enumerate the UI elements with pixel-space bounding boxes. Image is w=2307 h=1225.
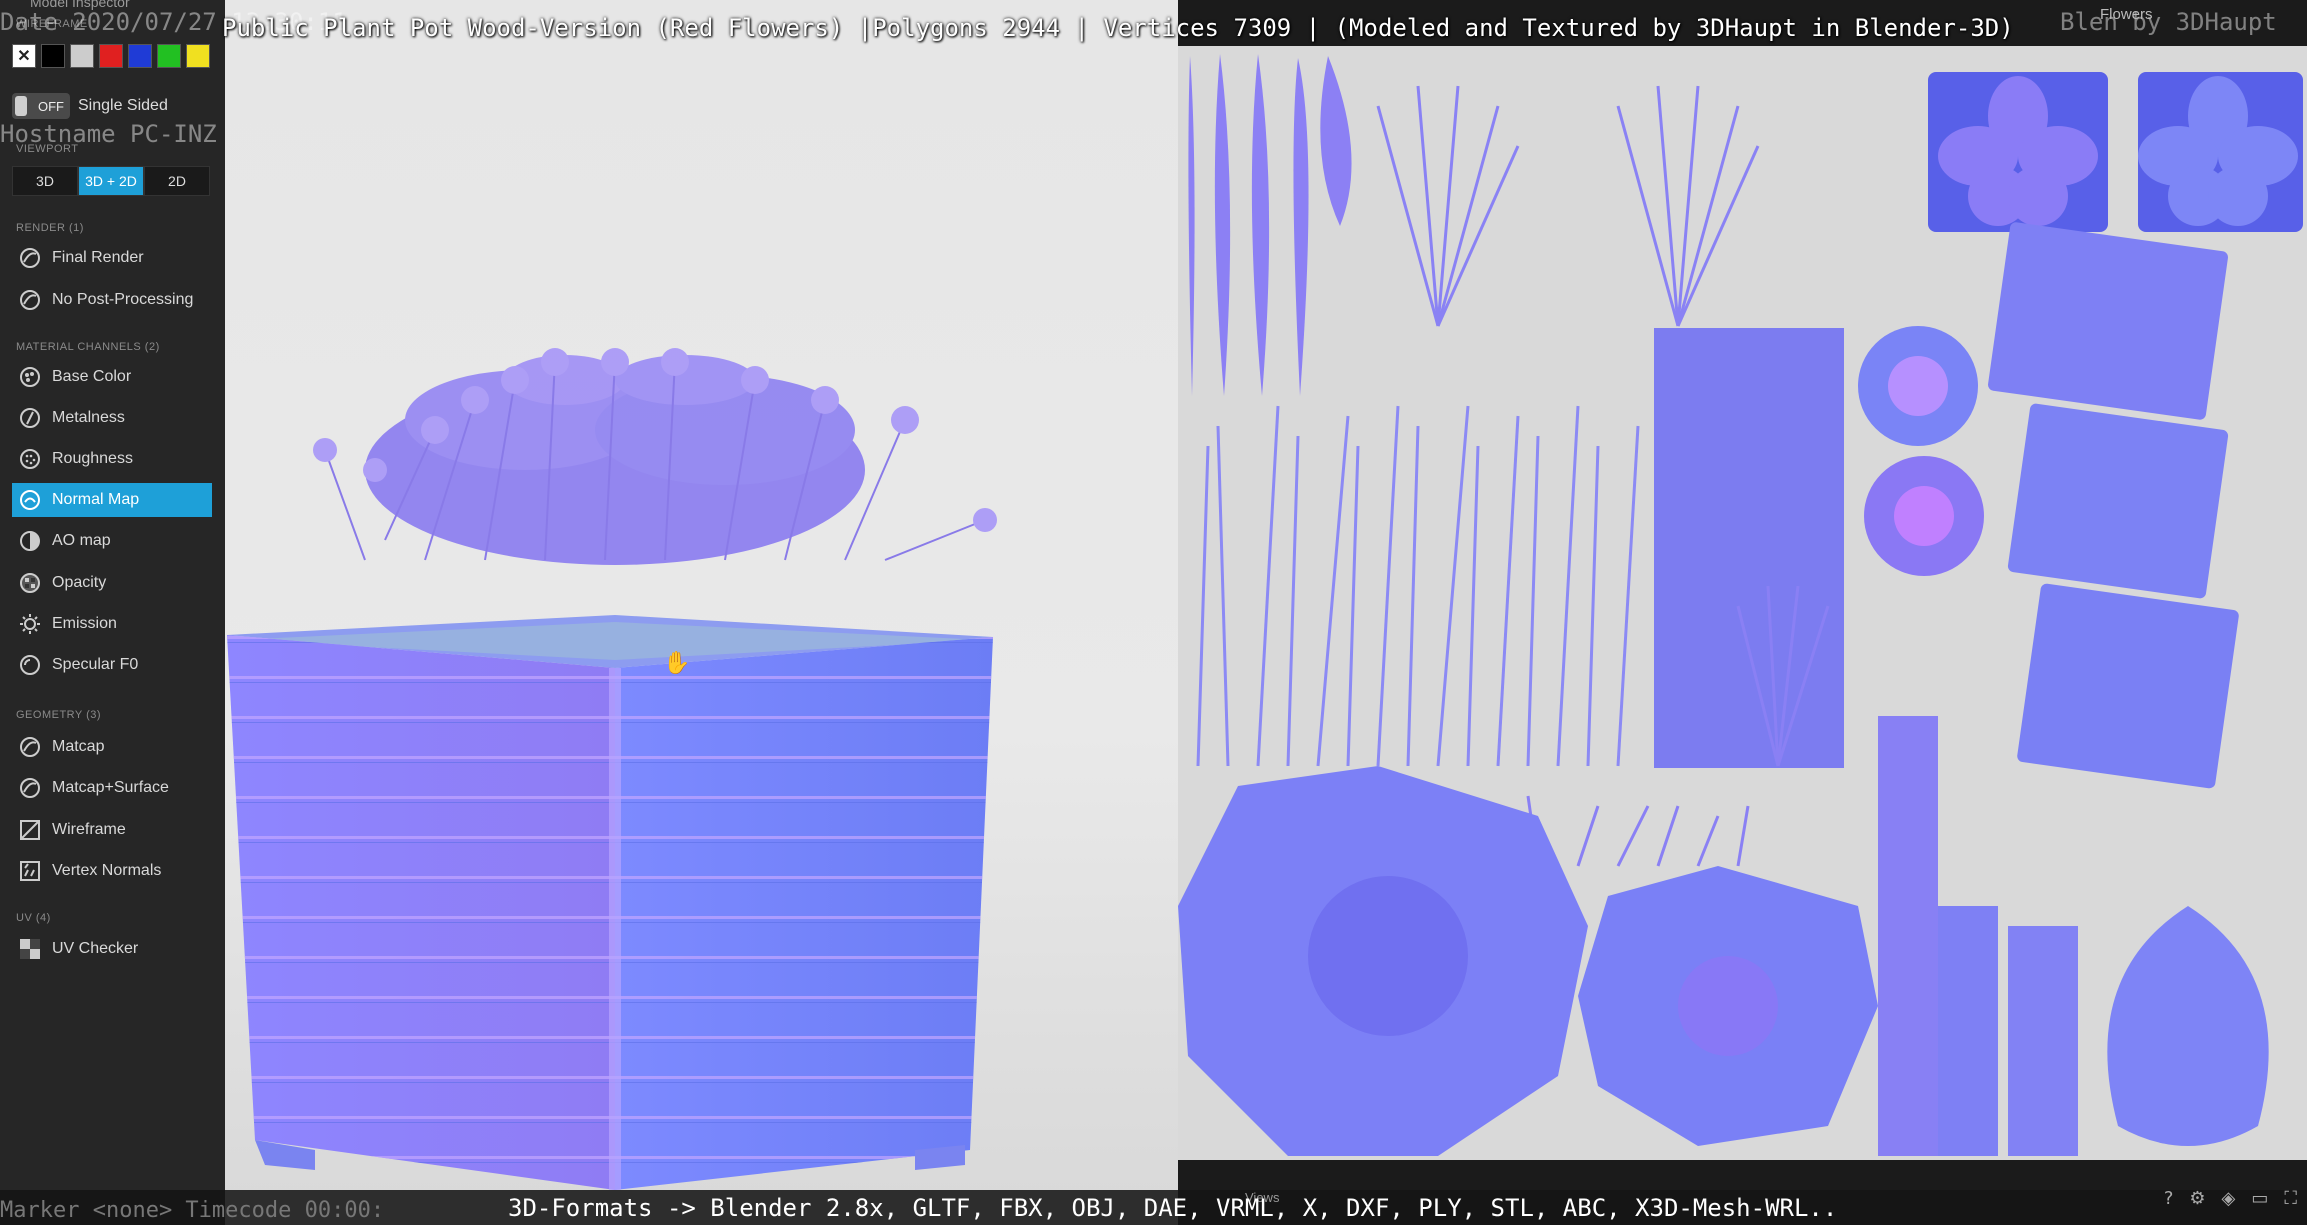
geometry-vertex-normals[interactable]: Vertex Normals [12, 854, 212, 888]
item-label: Final Render [52, 249, 144, 266]
swatch-blue[interactable] [128, 44, 152, 68]
item-label: Matcap+Surface [52, 779, 169, 796]
toggle-state: OFF [38, 98, 64, 114]
item-label: Matcap [52, 738, 105, 755]
item-label: UV Checker [52, 940, 139, 957]
item-label: Roughness [52, 450, 133, 467]
material-specular-f0[interactable]: Specular F0 [12, 648, 212, 682]
swatch-gray[interactable] [70, 44, 94, 68]
swatch-black[interactable] [41, 44, 65, 68]
metal-icon [18, 406, 42, 430]
normal-map-texture [1178, 54, 2303, 1156]
palette-icon [18, 365, 42, 389]
normal-map-icon [18, 488, 42, 512]
geometry-wireframe[interactable]: Wireframe [12, 813, 212, 847]
bottom-right-toolbar: ? ⚙ ◈ ▭ ⛶ [2164, 1188, 2297, 1209]
material-normal-map[interactable]: Normal Map [12, 483, 212, 517]
item-label: Opacity [52, 574, 107, 591]
geometry-matcap[interactable]: Matcap [12, 730, 212, 764]
model-title: Public Plant Pot Wood-Version (Red Flowe… [222, 14, 2014, 42]
marker-overlay: Marker <none> Timecode 00:00: [0, 1198, 385, 1223]
swatch-red[interactable] [99, 44, 123, 68]
item-label: Vertex Normals [52, 862, 162, 879]
uv-checker[interactable]: UV Checker [12, 932, 212, 966]
render-final-render[interactable]: Final Render [12, 241, 212, 275]
checker-icon [18, 937, 42, 961]
roughness-icon [18, 447, 42, 471]
item-label: AO map [52, 532, 111, 549]
geometry-section-label: GEOMETRY (3) [16, 709, 102, 721]
item-label: Specular F0 [52, 656, 139, 673]
material-opacity[interactable]: Opacity [12, 566, 212, 600]
plant-pot-render: ✋ [227, 348, 997, 1190]
settings-icon[interactable]: ⚙ [2189, 1188, 2205, 1209]
viewport-buttons: 3D 3D + 2D 2D [12, 166, 210, 196]
matcap-icon [18, 735, 42, 759]
material-section-label: MATERIAL CHANNELS (2) [16, 341, 160, 353]
ao-icon [18, 529, 42, 553]
material-roughness[interactable]: Roughness [12, 442, 212, 476]
flower-bouquet [313, 348, 997, 565]
item-label: Metalness [52, 409, 125, 426]
swatch-yellow[interactable] [186, 44, 210, 68]
layers-icon[interactable]: ◈ [2222, 1188, 2236, 1209]
material-base-color[interactable]: Base Color [12, 360, 212, 394]
emission-icon [18, 612, 42, 636]
render-section-label: RENDER (1) [16, 222, 84, 234]
item-label: Emission [52, 615, 117, 632]
specular-icon [18, 653, 42, 677]
sidebar: Model Inspector WIREFRAME ✕ OFF Single S… [0, 0, 225, 1225]
item-label: No Post-Processing [52, 291, 194, 308]
wireframe-icon [18, 818, 42, 842]
viewport-2d-button[interactable]: 2D [144, 166, 210, 196]
top-right-overlay: Blen by 3DHaupt [2060, 8, 2277, 36]
uv-section-label: UV (4) [16, 912, 51, 924]
single-sided-toggle[interactable]: OFF [12, 93, 70, 119]
formats-footer: 3D-Formats -> Blender 2.8x, GLTF, FBX, O… [508, 1194, 1838, 1222]
matcap-icon [18, 776, 42, 800]
material-ao-map[interactable]: AO map [12, 524, 212, 558]
wireframe-color-swatches: ✕ [12, 44, 210, 68]
render-icon [18, 246, 42, 270]
swatch-white[interactable]: ✕ [12, 44, 36, 68]
vr-icon[interactable]: ▭ [2251, 1188, 2268, 1209]
render-no-post-processing[interactable]: No Post-Processing [12, 283, 212, 317]
viewport-3d-button[interactable]: 3D [12, 166, 78, 196]
viewport-2d-texture[interactable] [1178, 46, 2307, 1160]
tab-flowers[interactable]: Flowers [2100, 6, 2153, 23]
single-sided-label: Single Sided [78, 97, 168, 114]
item-label: Normal Map [52, 491, 140, 508]
single-sided-row: OFF Single Sided [12, 93, 168, 119]
viewport-3d2d-button[interactable]: 3D + 2D [78, 166, 144, 196]
opacity-icon [18, 571, 42, 595]
material-metalness[interactable]: Metalness [12, 401, 212, 435]
swatch-green[interactable] [157, 44, 181, 68]
material-emission[interactable]: Emission [12, 607, 212, 641]
fullscreen-icon[interactable]: ⛶ [2284, 1188, 2297, 1209]
geometry-matcap-surface[interactable]: Matcap+Surface [12, 771, 212, 805]
hand-cursor-icon: ✋ [663, 650, 690, 676]
item-label: Wireframe [52, 821, 126, 838]
help-icon[interactable]: ? [2164, 1188, 2174, 1209]
viewport-3d[interactable]: ✋ [225, 0, 1178, 1225]
vertex-normals-icon [18, 859, 42, 883]
toggle-knob [15, 96, 27, 116]
hostname-overlay: Hostname PC-INZ [0, 120, 217, 148]
render-icon [18, 288, 42, 312]
item-label: Base Color [52, 368, 132, 385]
